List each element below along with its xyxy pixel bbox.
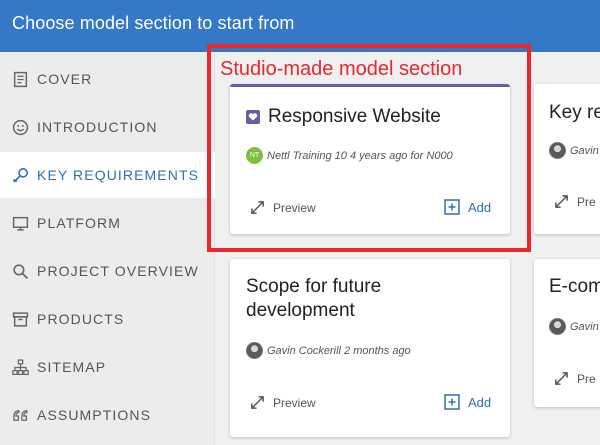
card-title: Key re [549, 102, 600, 123]
sidebar-item-label: ASSUMPTIONS [37, 407, 152, 423]
smiley-icon [11, 118, 29, 136]
card-meta: NT Nettl Training 10 4 years ago for N00… [246, 147, 453, 164]
archive-icon [11, 310, 29, 328]
sidebar-item-cover[interactable]: COVER [0, 56, 215, 102]
quote-icon [11, 406, 29, 424]
add-square-icon [444, 199, 460, 215]
preview-button[interactable]: Preview [250, 395, 316, 410]
key-icon [11, 166, 29, 184]
model-section-card[interactable]: Key re Gavin Pre [534, 84, 600, 234]
sidebar-item-products[interactable]: PRODUCTS [0, 296, 215, 342]
expand-icon [251, 201, 264, 214]
expand-icon [251, 396, 264, 409]
sidebar-item-label: PRODUCTS [37, 311, 125, 327]
card-meta-text: Gavin [570, 320, 599, 333]
sidebar-item-platform[interactable]: PLATFORM [0, 200, 215, 246]
preview-button[interactable]: Pre [554, 194, 596, 209]
page-title: Choose model section to start from [12, 13, 295, 33]
avatar [549, 142, 566, 159]
studio-badge-icon [246, 110, 260, 124]
preview-button[interactable]: Preview [250, 200, 316, 215]
monitor-icon [11, 214, 29, 232]
card-title-line: Scope for future [246, 276, 382, 297]
sidebar-item-label: SITEMAP [37, 359, 107, 375]
studio-made-bar [230, 84, 510, 87]
sidebar-item-assumptions[interactable]: ASSUMPTIONS [0, 392, 215, 438]
avatar: NT [246, 147, 263, 164]
avatar [246, 342, 263, 359]
sidebar-item-project-overview[interactable]: PROJECT OVERVIEW [0, 248, 215, 294]
card-meta-text: Nettl Training 10 4 years ago for N000 [267, 149, 453, 162]
card-meta: Gavin Cockerill 2 months ago [246, 342, 411, 359]
header-bar: Choose model section to start from [0, 0, 600, 52]
add-label: Add [468, 394, 492, 410]
preview-label: Pre [577, 371, 596, 386]
preview-label: Preview [273, 395, 316, 410]
sidebar-item-label: PROJECT OVERVIEW [37, 263, 199, 279]
model-section-card[interactable]: E-com Gavin Pre [534, 259, 600, 407]
sidebar-item-label: COVER [37, 71, 93, 87]
main-content: Responsive Website NT Nettl Training 10 … [216, 52, 600, 445]
preview-label: Preview [273, 200, 316, 215]
card-title-line: development [246, 300, 355, 321]
card-meta: Gavin [549, 142, 599, 159]
cover-icon [11, 70, 29, 88]
avatar [549, 318, 566, 335]
add-label: Add [468, 199, 492, 215]
expand-icon [555, 372, 568, 385]
add-button[interactable]: Add [444, 199, 491, 215]
sidebar: COVER INTRODUCTION KEY REQUIREMENTS PLAT… [0, 52, 215, 445]
card-title: E-com [549, 276, 600, 297]
card-meta-text: Gavin [570, 144, 599, 157]
card-title: Responsive Website [268, 106, 441, 127]
preview-label: Pre [577, 194, 596, 209]
search-icon [11, 262, 29, 280]
annotation-label: Studio-made model section [220, 58, 463, 80]
add-button[interactable]: Add [444, 394, 491, 410]
card-meta-text: Gavin Cockerill 2 months ago [267, 344, 411, 357]
card-title: Scope for future development [246, 275, 381, 323]
sidebar-item-key-requirements[interactable]: KEY REQUIREMENTS [0, 152, 215, 198]
preview-button[interactable]: Pre [554, 371, 596, 386]
sidebar-item-label: KEY REQUIREMENTS [37, 167, 200, 183]
sidebar-item-sitemap[interactable]: SITEMAP [0, 344, 215, 390]
sidebar-item-introduction[interactable]: INTRODUCTION [0, 104, 215, 150]
model-section-card[interactable]: Responsive Website NT Nettl Training 10 … [230, 84, 510, 234]
sitemap-icon [11, 358, 29, 376]
add-square-icon [444, 394, 460, 410]
card-meta: Gavin [549, 318, 599, 335]
sidebar-item-label: PLATFORM [37, 215, 121, 231]
sidebar-item-label: INTRODUCTION [37, 119, 158, 135]
expand-icon [555, 195, 568, 208]
model-section-card[interactable]: Scope for future development Gavin Cocke… [230, 259, 510, 437]
